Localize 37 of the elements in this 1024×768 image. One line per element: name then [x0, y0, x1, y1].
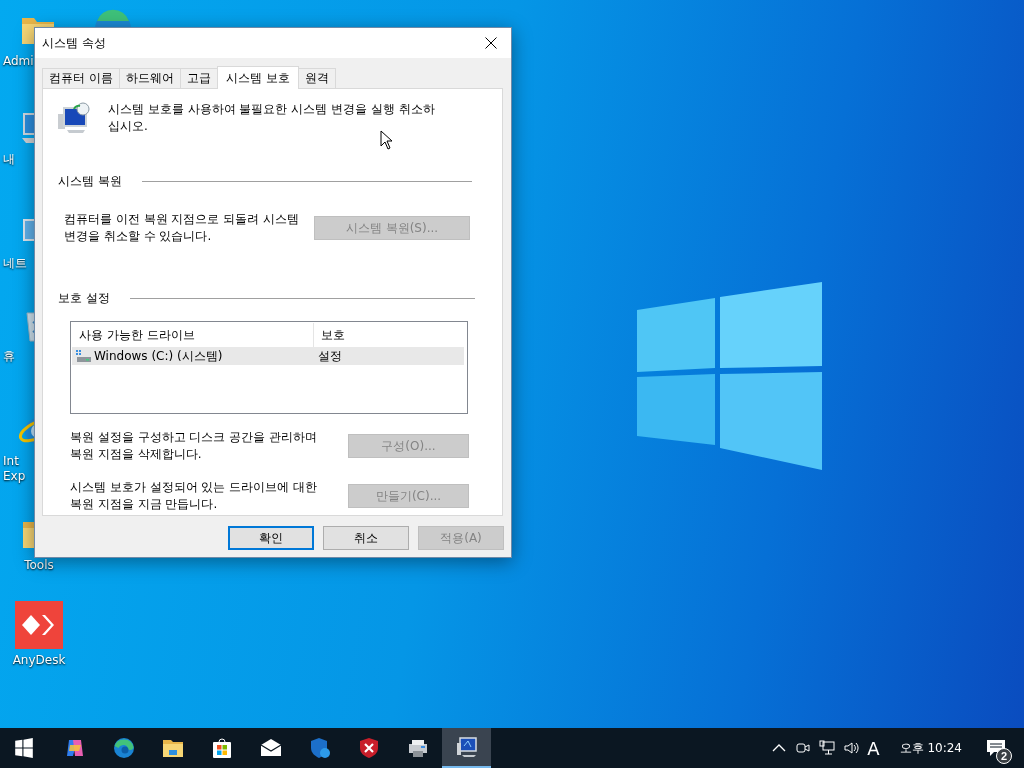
app-icon: [15, 601, 63, 649]
column-header[interactable]: 보호: [314, 326, 345, 344]
cursor-icon: [380, 130, 393, 150]
input-indicator[interactable]: A: [867, 737, 880, 759]
description-text: 복원 설정을 구성하고 디스크 공간을 관리하며 복원 지점을 삭제합니다.: [70, 429, 318, 463]
drive-list[interactable]: 사용 가능한 드라이브 보호 Windows (C:) (시스템) 설정: [70, 321, 468, 414]
start-icon: [13, 737, 35, 759]
ok-button[interactable]: 확인: [228, 526, 314, 550]
description-text: 시스템 보호가 설정되어 있는 드라이브에 대한 복원 지점을 지금 만듭니다.: [70, 479, 318, 513]
computer-restore-icon: [58, 102, 90, 134]
mail-icon: [259, 737, 282, 759]
tab[interactable]: 시스템 보호: [216, 66, 299, 89]
close-icon: [485, 37, 497, 49]
clock[interactable]: 오후 10:24: [899, 739, 962, 757]
table-cell: Windows (C:) (시스템): [94, 347, 223, 365]
table-cell-text: 설정: [317, 347, 342, 365]
cancel-button[interactable]: 취소: [323, 526, 409, 550]
edge-icon: [112, 737, 135, 759]
group-heading: 보호 설정: [58, 290, 110, 307]
volume-icon[interactable]: [843, 740, 860, 756]
printer-icon: [406, 737, 429, 759]
description-text: 시스템 보호를 사용하여 불필요한 시스템 변경을 실행 취소하 십시오.: [108, 101, 435, 135]
notification-button[interactable]: 2: [974, 728, 1018, 768]
group-heading: 시스템 복원: [58, 173, 122, 190]
description-text: 컴퓨터를 이전 복원 지점으로 되돌려 시스템 변경을 취소할 수 있습니다.: [64, 211, 300, 245]
window-title: 시스템 속성: [42, 34, 106, 52]
notification-count: 2: [996, 748, 1012, 764]
tab[interactable]: 컴퓨터 이름: [42, 68, 120, 88]
shield-icon: [357, 737, 380, 759]
shield-icon: [308, 737, 331, 759]
store-icon: [210, 737, 233, 759]
drive-row[interactable]: Windows (C:) (시스템) 설정: [72, 347, 464, 365]
drive-icon: [76, 350, 91, 362]
taskbar-button[interactable]: [442, 728, 491, 768]
folder-icon: [161, 737, 184, 759]
camera-icon[interactable]: [795, 740, 812, 756]
tab[interactable]: 원격: [297, 68, 336, 88]
